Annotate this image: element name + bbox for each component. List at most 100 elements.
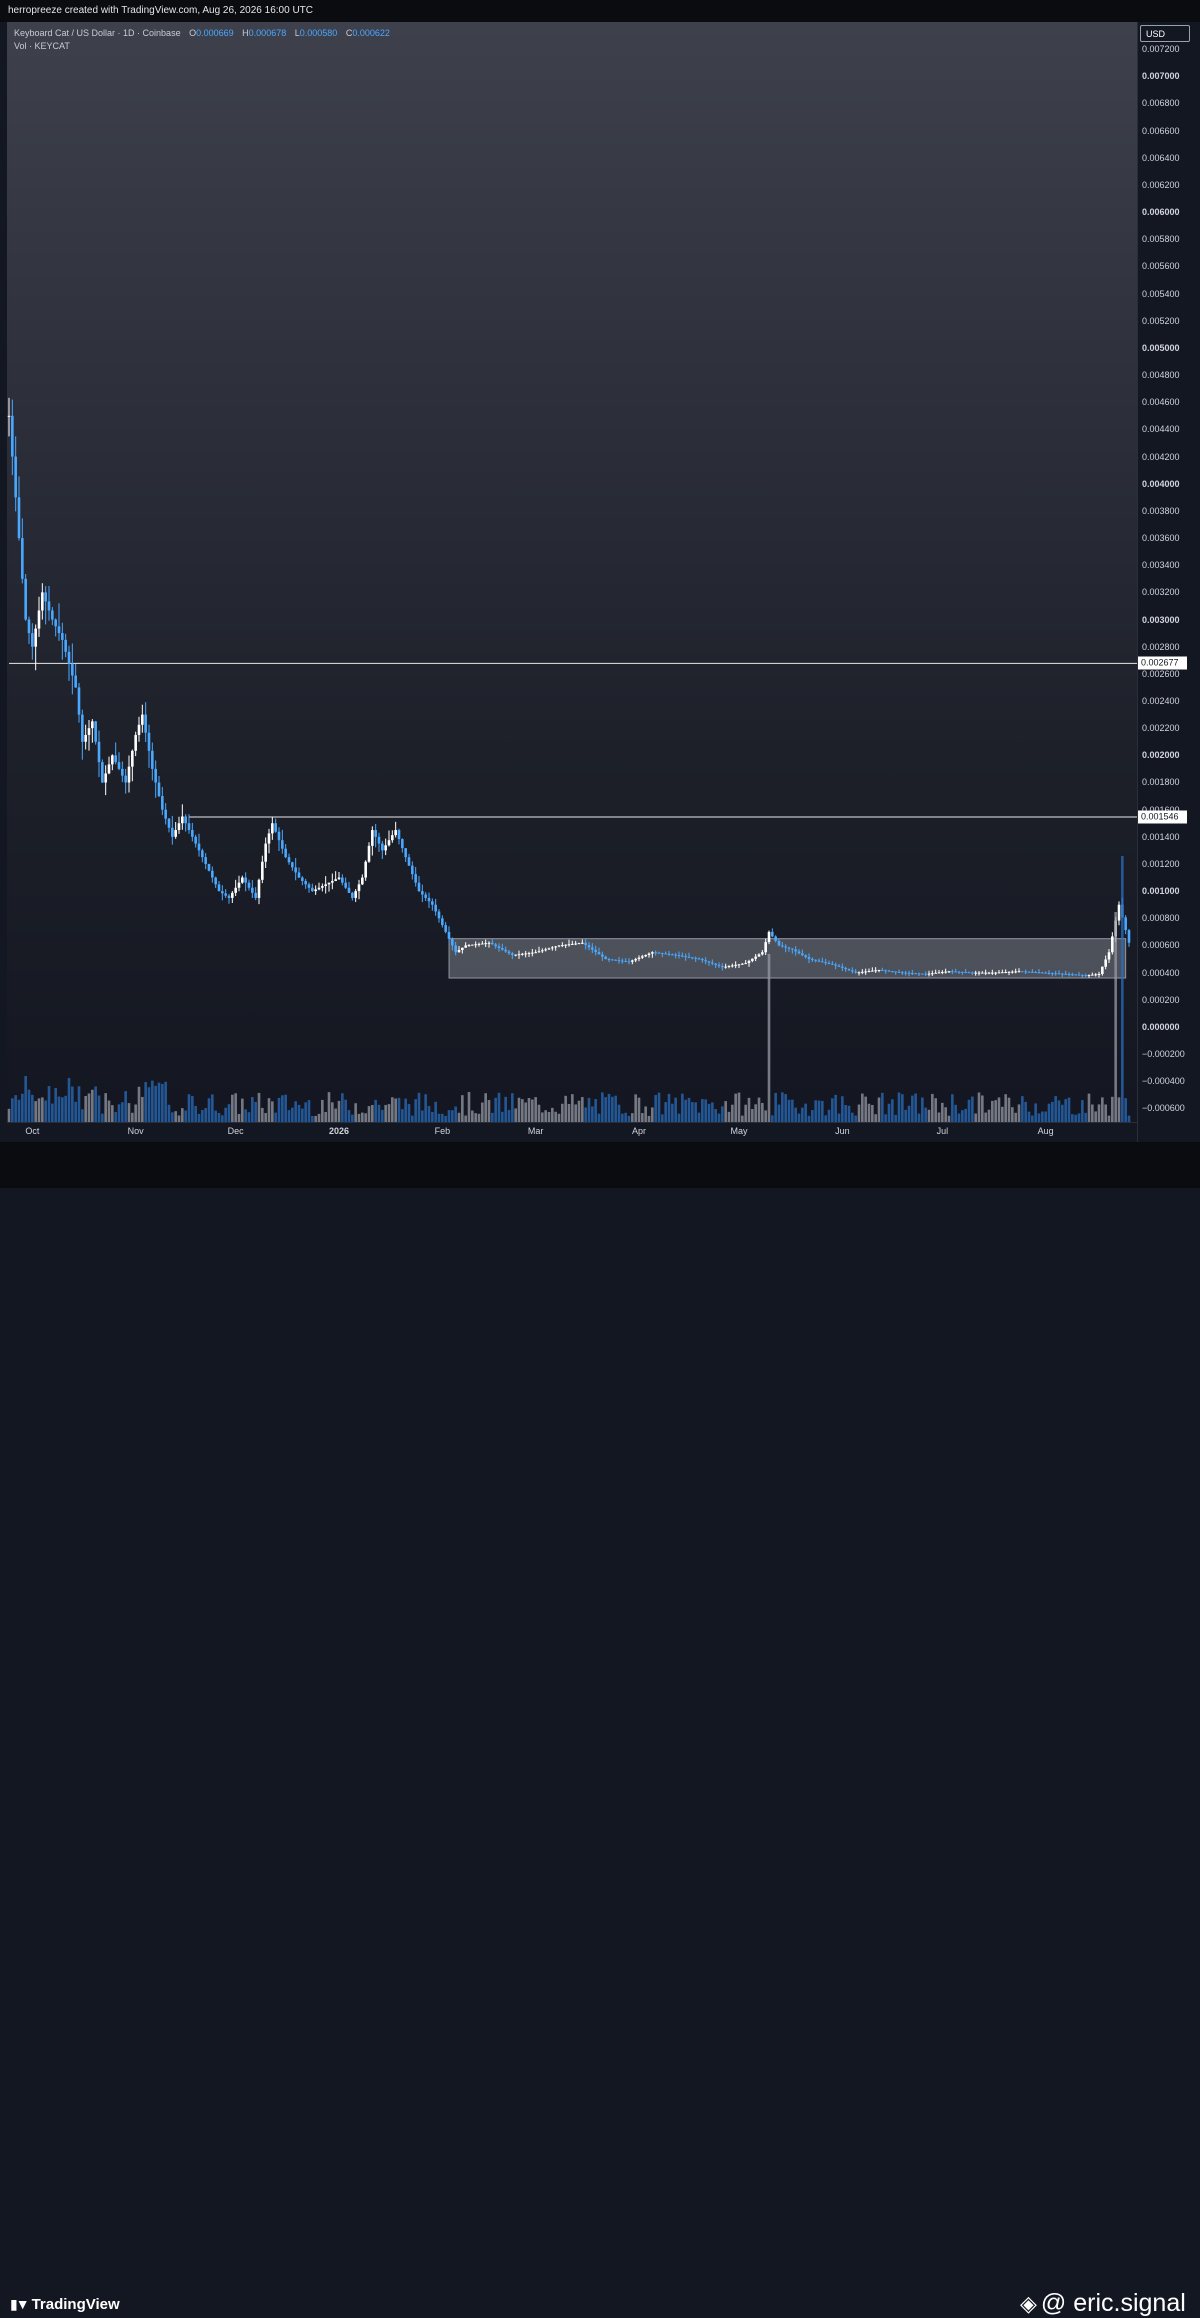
- volume-bar: [847, 1105, 851, 1122]
- candle-body: [427, 897, 431, 902]
- volume-bar: [374, 1099, 377, 1122]
- candle-body: [394, 830, 397, 836]
- candle-body: [54, 619, 57, 627]
- volume-bar: [777, 1104, 781, 1122]
- candle-body: [777, 940, 781, 946]
- candle-body: [341, 877, 344, 883]
- candle-body: [954, 971, 957, 973]
- candle-body: [781, 945, 784, 947]
- volume-bar: [271, 1101, 274, 1122]
- volume-bar: [24, 1076, 27, 1122]
- volume-bar: [347, 1110, 351, 1122]
- volume-bar: [81, 1109, 84, 1122]
- candle-body: [714, 963, 717, 965]
- candle-body: [177, 823, 181, 831]
- volume-bar: [727, 1111, 731, 1122]
- volume-bar: [437, 1113, 441, 1122]
- currency-badge[interactable]: USD: [1140, 25, 1190, 42]
- candle-body: [634, 959, 637, 961]
- chart-pane[interactable]: [7, 22, 1137, 1142]
- volume-bar: [41, 1097, 44, 1122]
- candle-body: [201, 850, 204, 858]
- candle-body: [551, 947, 554, 949]
- month-label: 2026: [328, 1126, 350, 1136]
- candle-body: [351, 892, 354, 898]
- candle-body: [737, 964, 741, 966]
- candlestick-chart[interactable]: [7, 22, 1137, 1122]
- volume-bar: [137, 1086, 141, 1122]
- candle-body: [661, 953, 664, 955]
- candle-body: [7, 415, 11, 417]
- candle-body: [117, 762, 121, 769]
- candle-body: [697, 958, 701, 960]
- volume-bar: [967, 1099, 971, 1122]
- candle-body: [1007, 971, 1011, 973]
- price-tick-label: −0.000600: [1142, 1103, 1185, 1114]
- candle-body: [74, 675, 77, 688]
- volume-bar: [917, 1113, 921, 1122]
- legend-high-label: H: [242, 28, 249, 38]
- candle-body: [514, 954, 517, 956]
- volume-bar: [974, 1113, 977, 1122]
- candle-body: [881, 969, 884, 971]
- candle-body: [307, 884, 311, 888]
- candle-body: [181, 816, 184, 824]
- candle-body: [541, 950, 544, 952]
- volume-bar: [441, 1113, 444, 1122]
- volume-bar: [37, 1098, 41, 1122]
- volume-bar: [407, 1104, 411, 1122]
- month-label: Mar: [527, 1126, 544, 1136]
- volume-bar: [771, 1115, 774, 1122]
- volume-bar: [1101, 1097, 1104, 1122]
- candle-body: [1057, 973, 1061, 975]
- price-tick-label: 0.007000: [1142, 71, 1180, 82]
- candle-body: [131, 750, 134, 767]
- volume-bar: [367, 1106, 371, 1122]
- volume-bar: [751, 1109, 754, 1122]
- candle-body: [397, 830, 401, 840]
- volume-bar: [251, 1097, 254, 1122]
- candle-body: [744, 963, 747, 965]
- volume-bar: [591, 1106, 594, 1122]
- candle-body: [674, 954, 677, 956]
- price-tick-label: 0.004600: [1142, 397, 1180, 408]
- volume-bar: [1007, 1097, 1011, 1122]
- candle-body: [467, 945, 471, 947]
- volume-bar: [151, 1080, 154, 1122]
- volume-bar: [851, 1112, 854, 1122]
- candle-body: [967, 972, 971, 974]
- tradingview-logo[interactable]: ▮▼ TradingView: [10, 2296, 120, 2313]
- candle-body: [254, 892, 257, 898]
- candle-body: [474, 944, 477, 946]
- volume-bar: [414, 1099, 417, 1122]
- volume-bar: [597, 1113, 601, 1122]
- volume-bar: [221, 1115, 224, 1122]
- legend-volume: Vol · KEYCAT: [14, 41, 70, 51]
- price-tick-label: 0.003000: [1142, 614, 1180, 625]
- volume-bar: [534, 1097, 537, 1122]
- candle-body: [141, 714, 144, 725]
- volume-bar: [457, 1112, 461, 1122]
- candle-body: [741, 963, 744, 965]
- candle-body: [1041, 972, 1044, 974]
- volume-bar: [607, 1093, 611, 1122]
- volume-bar: [911, 1095, 914, 1122]
- candle-body: [1084, 975, 1087, 977]
- candle-body: [1117, 904, 1121, 921]
- volume-bar: [231, 1094, 234, 1122]
- price-tick-label: 0.003400: [1142, 560, 1180, 571]
- volume-bar: [881, 1092, 884, 1122]
- volume-bar: [321, 1099, 324, 1122]
- candle-body: [454, 945, 457, 953]
- volume-bar: [674, 1097, 677, 1122]
- time-scale[interactable]: [7, 1122, 1137, 1143]
- volume-bar: [94, 1086, 97, 1122]
- price-tick-label: 0.000400: [1142, 967, 1180, 978]
- volume-bar: [117, 1104, 121, 1122]
- volume-bar: [837, 1113, 841, 1122]
- volume-bar: [594, 1099, 597, 1122]
- volume-bar: [1044, 1111, 1047, 1122]
- candle-body: [934, 972, 937, 974]
- candle-body: [457, 949, 461, 953]
- volume-bar: [957, 1113, 961, 1122]
